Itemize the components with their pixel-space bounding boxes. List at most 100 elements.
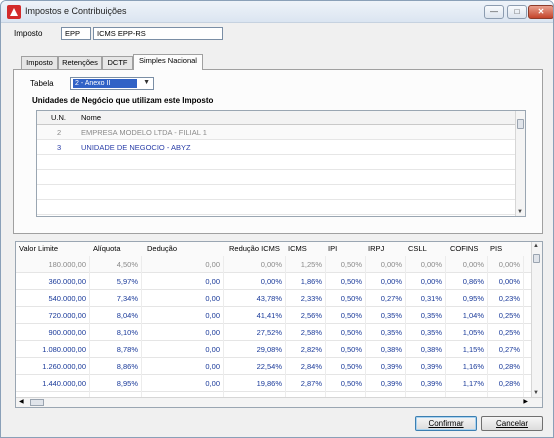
faixa-row[interactable]: 360.000,00 5,97% 0,00 0,00% 1,86% 0,50% 0,00% 0… — [16, 273, 532, 290]
cell-irpj[interactable]: 0,27% — [366, 290, 406, 307]
cell-irpj[interactable]: 0,38% — [366, 341, 406, 358]
faixas-grid[interactable]: Valor Limite Alíquota Dedução Redução IC… — [15, 241, 543, 408]
cell-pis[interactable]: 0,28% — [488, 375, 524, 392]
cell-csll[interactable]: 0,38% — [406, 341, 446, 358]
cell-cofins[interactable]: 1,15% — [446, 341, 488, 358]
cell-reducao-icms[interactable]: 0,00% — [224, 256, 286, 273]
tab-imposto[interactable]: Imposto — [21, 56, 58, 69]
cell-irpj[interactable]: 0,00% — [366, 256, 406, 273]
cell-icms[interactable]: 2,82% — [286, 341, 326, 358]
cell-cofins[interactable]: 1,17% — [446, 375, 488, 392]
cell-reducao-icms[interactable]: 22,54% — [224, 358, 286, 375]
cell-pis[interactable]: 0,23% — [488, 290, 524, 307]
cell-ipi[interactable]: 0,50% — [326, 290, 366, 307]
scrollbar-thumb[interactable] — [517, 119, 524, 129]
cell-cofins[interactable]: 1,05% — [446, 324, 488, 341]
cell-aliquota[interactable]: 8,04% — [90, 307, 142, 324]
cell-valor-limite[interactable]: 1.080.000,00 — [16, 341, 90, 358]
cell-reducao-icms[interactable]: 29,08% — [224, 341, 286, 358]
cell-pis[interactable]: 0,28% — [488, 358, 524, 375]
cell-ipi[interactable]: 0,50% — [326, 324, 366, 341]
cell-cofins[interactable]: 0,00% — [446, 256, 488, 273]
cell-cofins[interactable]: 0,95% — [446, 290, 488, 307]
cell-deducao[interactable]: 0,00 — [142, 307, 224, 324]
column-header-icms[interactable]: ICMS — [288, 242, 307, 256]
cell-icms[interactable]: 2,56% — [286, 307, 326, 324]
cell-irpj[interactable]: 0,35% — [366, 307, 406, 324]
cell-csll[interactable]: 0,00% — [406, 273, 446, 290]
close-button[interactable]: ✕ — [528, 5, 553, 19]
cell-csll[interactable]: 0,39% — [406, 375, 446, 392]
column-header-un[interactable]: U.N. — [51, 111, 66, 125]
cell-irpj[interactable]: 0,35% — [366, 324, 406, 341]
cell-csll[interactable]: 0,00% — [406, 256, 446, 273]
column-header-pis[interactable]: PIS — [490, 242, 502, 256]
cell-cofins[interactable]: 0,86% — [446, 273, 488, 290]
title-bar[interactable]: Impostos e Contribuições — □ ✕ — [1, 1, 553, 23]
cell-valor-limite[interactable]: 900.000,00 — [16, 324, 90, 341]
scroll-down-icon[interactable]: ▼ — [517, 209, 523, 215]
confirm-button[interactable]: Confirmar — [415, 416, 477, 431]
unidades-vertical-scrollbar[interactable]: ▼ — [515, 111, 525, 216]
cell-pis[interactable]: 0,27% — [488, 341, 524, 358]
cell-deducao[interactable]: 0,00 — [142, 256, 224, 273]
cell-irpj[interactable]: 0,39% — [366, 358, 406, 375]
faixa-row[interactable]: 900.000,00 8,10% 0,00 27,52% 2,58% 0,50% 0,35%… — [16, 324, 532, 341]
cell-csll[interactable]: 0,31% — [406, 290, 446, 307]
cell-reducao-icms[interactable]: 27,52% — [224, 324, 286, 341]
faixa-row[interactable]: 1.080.000,00 8,78% 0,00 29,08% 2,82% 0,50% 0,3… — [16, 341, 532, 358]
cell-aliquota[interactable]: 8,78% — [90, 341, 142, 358]
column-header-cofins[interactable]: COFINS — [450, 242, 478, 256]
cell-reducao-icms[interactable]: 0,00% — [224, 273, 286, 290]
cell-ipi[interactable]: 0,50% — [326, 256, 366, 273]
minimize-button[interactable]: — — [484, 5, 504, 19]
tab-simples-nacional[interactable]: Simples Nacional — [133, 54, 203, 70]
cell-aliquota[interactable]: 7,34% — [90, 290, 142, 307]
scrollbar-thumb[interactable] — [533, 254, 540, 263]
column-header-reducao-icms[interactable]: Redução ICMS — [229, 242, 280, 256]
faixas-vertical-scrollbar[interactable]: ▲ ▼ — [531, 242, 542, 397]
chevron-down-icon[interactable]: ▼ — [143, 79, 150, 86]
faixa-row[interactable]: 180.000,00 4,50% 0,00 0,00% 1,25% 0,50% 0,00% 0… — [16, 256, 532, 273]
cell-valor-limite[interactable]: 180.000,00 — [16, 256, 90, 273]
cell-icms[interactable]: 1,86% — [286, 273, 326, 290]
cell-ipi[interactable]: 0,50% — [326, 273, 366, 290]
column-header-deducao[interactable]: Dedução — [147, 242, 177, 256]
column-header-valor-limite[interactable]: Valor Limite — [19, 242, 58, 256]
cell-deducao[interactable]: 0,00 — [142, 290, 224, 307]
unidade-row[interactable]: 3 UNIDADE DE NEGOCIO - ABYZ — [37, 140, 515, 155]
cell-icms[interactable]: 2,33% — [286, 290, 326, 307]
cell-icms[interactable]: 2,58% — [286, 324, 326, 341]
cell-cofins[interactable]: 1,16% — [446, 358, 488, 375]
cell-csll[interactable]: 0,35% — [406, 307, 446, 324]
cell-deducao[interactable]: 0,00 — [142, 324, 224, 341]
cell-reducao-icms[interactable]: 19,86% — [224, 375, 286, 392]
faixa-row[interactable]: 1.440.000,00 8,95% 0,00 19,86% 2,87% 0,50% 0,3… — [16, 375, 532, 392]
imposto-code-field[interactable]: EPP — [61, 27, 91, 40]
cell-ipi[interactable]: 0,50% — [326, 307, 366, 324]
faixa-row[interactable]: 540.000,00 7,34% 0,00 43,78% 2,33% 0,50% 0,27%… — [16, 290, 532, 307]
cell-deducao[interactable]: 0,00 — [142, 341, 224, 358]
cell-icms[interactable]: 2,87% — [286, 375, 326, 392]
tab-dctf[interactable]: DCTF — [102, 56, 133, 69]
faixa-row[interactable]: 720.000,00 8,04% 0,00 41,41% 2,56% 0,50% 0,35%… — [16, 307, 532, 324]
cell-valor-limite[interactable]: 720.000,00 — [16, 307, 90, 324]
cell-irpj[interactable]: 0,00% — [366, 273, 406, 290]
cell-icms[interactable]: 2,84% — [286, 358, 326, 375]
cell-aliquota[interactable]: 5,97% — [90, 273, 142, 290]
cell-pis[interactable]: 0,25% — [488, 324, 524, 341]
cancel-button[interactable]: Cancelar — [481, 416, 543, 431]
scroll-up-icon[interactable]: ▲ — [533, 243, 539, 249]
imposto-description-field[interactable]: ICMS EPP-RS — [93, 27, 223, 40]
column-header-nome[interactable]: Nome — [81, 111, 101, 125]
faixa-row[interactable]: 1.260.000,00 8,86% 0,00 22,54% 2,84% 0,50% 0,3… — [16, 358, 532, 375]
cell-ipi[interactable]: 0,50% — [326, 341, 366, 358]
scroll-left-icon[interactable]: ◀ — [19, 398, 24, 405]
cell-valor-limite[interactable]: 1.440.000,00 — [16, 375, 90, 392]
unidades-grid[interactable]: U.N. Nome 2 EMPRESA MODELO LTDA - FILIAL… — [36, 110, 526, 217]
column-header-irpj[interactable]: IRPJ — [368, 242, 384, 256]
tab-retencoes[interactable]: Retenções — [58, 56, 102, 69]
cell-aliquota[interactable]: 8,10% — [90, 324, 142, 341]
cell-cofins[interactable]: 1,04% — [446, 307, 488, 324]
cell-aliquota[interactable]: 4,50% — [90, 256, 142, 273]
